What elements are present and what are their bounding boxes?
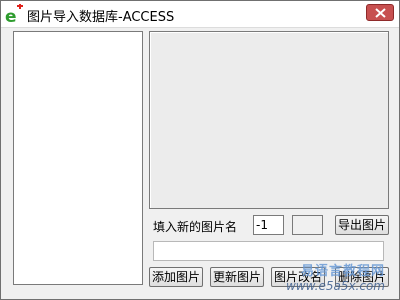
delete-image-button[interactable]: 删除图片: [335, 267, 389, 287]
new-name-input[interactable]: [153, 241, 384, 261]
update-image-button[interactable]: 更新图片: [210, 267, 264, 287]
close-button[interactable]: [366, 4, 394, 21]
window-title: 图片导入数据库-ACCESS: [27, 10, 175, 25]
image-preview: [149, 31, 389, 209]
blank-field[interactable]: [292, 215, 323, 235]
export-image-button[interactable]: 导出图片: [335, 215, 389, 235]
close-icon: [375, 8, 386, 18]
rename-image-button[interactable]: 图片改名: [271, 267, 325, 287]
id-field[interactable]: -1: [253, 215, 284, 235]
title-bar[interactable]: e 图片导入数据库-ACCESS: [1, 1, 399, 28]
svg-text:e: e: [5, 7, 17, 24]
new-name-label: 填入新的图片名: [153, 220, 238, 234]
image-list[interactable]: [13, 31, 143, 285]
app-window: e 图片导入数据库-ACCESS 填入新的图片名 -1 导出图片 添加图片 更新…: [0, 0, 400, 300]
e-plus-app-icon: e: [5, 3, 25, 27]
add-image-button[interactable]: 添加图片: [149, 267, 203, 287]
client-area: 填入新的图片名 -1 导出图片 添加图片 更新图片 图片改名 删除图片: [1, 28, 399, 299]
